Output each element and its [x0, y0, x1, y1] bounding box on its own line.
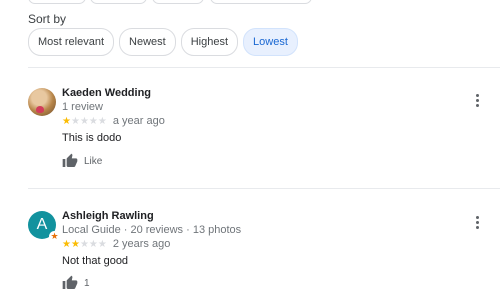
star-empty-icon: ★: [97, 238, 107, 250]
review-time: 2 years ago: [112, 238, 171, 250]
star-filled-icon: ★: [70, 238, 80, 250]
review-text: Not that good: [62, 255, 129, 267]
avatar[interactable]: [28, 88, 56, 116]
avatar[interactable]: A ★: [28, 211, 60, 242]
star-filled-icon: ★: [62, 115, 71, 127]
star-empty-icon: ★: [88, 238, 98, 250]
divider: [28, 67, 500, 68]
sort-by-label: Sort by: [28, 12, 67, 26]
reviewer-stats: 1 review: [62, 101, 103, 113]
rating-row: ★ ★ ★ ★ ★ a year ago: [62, 115, 165, 127]
clipped-chip: [210, 0, 312, 4]
like-button[interactable]: Like: [62, 153, 102, 169]
clipped-chip: [152, 0, 204, 4]
local-guide-icon: ★: [49, 231, 60, 242]
like-label: Like: [84, 155, 103, 167]
more-vert-icon[interactable]: [472, 94, 482, 107]
reviewer-stats: Local Guide · 20 reviews · 13 photos: [62, 224, 242, 236]
star-empty-icon: ★: [79, 115, 89, 127]
star-filled-icon: ★: [62, 238, 71, 250]
star-rating: ★ ★ ★ ★ ★: [62, 116, 107, 127]
sort-lowest-chip[interactable]: Lowest: [243, 28, 298, 56]
star-empty-icon: ★: [88, 115, 98, 127]
more-vert-icon[interactable]: [472, 216, 482, 229]
review-text: This is dodo: [62, 132, 122, 144]
like-count: 1: [84, 277, 90, 289]
star-empty-icon: ★: [70, 115, 80, 127]
star-empty-icon: ★: [97, 115, 107, 127]
reviewer-name[interactable]: Ashleigh Rawling: [62, 210, 154, 222]
clipped-chip: [28, 0, 86, 4]
thumb-up-icon: [62, 153, 78, 167]
star-rating: ★ ★ ★ ★ ★: [62, 239, 107, 250]
thumb-up-icon: [62, 275, 78, 289]
divider: [28, 188, 500, 189]
sort-highest-chip[interactable]: Highest: [180, 28, 239, 56]
like-button[interactable]: 1: [62, 275, 90, 291]
review-time: a year ago: [112, 115, 165, 127]
clipped-chip: [90, 0, 147, 4]
avatar-letter: A: [36, 216, 48, 233]
sort-most-relevant-chip[interactable]: Most relevant: [28, 28, 115, 56]
sort-newest-chip[interactable]: Newest: [119, 28, 176, 56]
rating-row: ★ ★ ★ ★ ★ 2 years ago: [62, 238, 170, 250]
sort-options: Most relevant Newest Highest Lowest: [28, 28, 298, 56]
reviewer-name[interactable]: Kaeden Wedding: [62, 87, 151, 99]
star-empty-icon: ★: [79, 238, 89, 250]
